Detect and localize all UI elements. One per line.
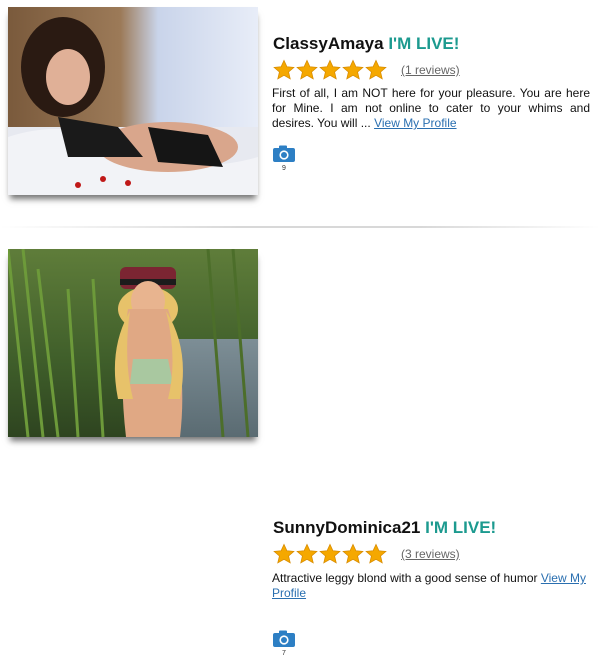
divider	[0, 226, 600, 228]
profile-card: ClassyAmaya I'M LIVE! (1 reviews) First …	[0, 0, 600, 215]
profile-description: First of all, I am NOT here for your ple…	[272, 86, 590, 131]
reviews-link[interactable]: (1 reviews)	[401, 63, 460, 77]
star-icon	[273, 543, 295, 564]
view-profile-link[interactable]: View My Profile	[374, 116, 456, 130]
photo-count: 9	[282, 165, 286, 172]
star-icon	[365, 543, 387, 564]
star-icon	[365, 59, 387, 80]
profile-photo[interactable]	[8, 249, 258, 437]
profile-card: SunnyDominica21 I'M LIVE! (3 reviews) At…	[0, 242, 600, 657]
profile-description: Attractive leggy blond with a good sense…	[272, 571, 590, 601]
rating: (3 reviews)	[273, 543, 460, 565]
profile-photo-image	[8, 7, 258, 195]
star-icon	[342, 543, 364, 564]
profile-name[interactable]: ClassyAmaya	[273, 34, 384, 53]
star-icon	[296, 59, 318, 80]
photo-gallery[interactable]: 9	[272, 145, 296, 172]
profile-photo[interactable]	[8, 7, 258, 195]
live-status: I'M LIVE!	[388, 34, 460, 53]
profile-heading: ClassyAmaya I'M LIVE!	[273, 34, 459, 54]
camera-icon	[273, 630, 295, 647]
profile-heading: SunnyDominica21 I'M LIVE!	[273, 518, 496, 538]
star-rating	[273, 543, 387, 565]
camera-icon	[273, 145, 295, 162]
star-icon	[319, 59, 341, 80]
star-icon	[296, 543, 318, 564]
rating: (1 reviews)	[273, 59, 460, 81]
reviews-link[interactable]: (3 reviews)	[401, 547, 460, 561]
photo-gallery[interactable]: 7	[272, 630, 296, 657]
description-text: Attractive leggy blond with a good sense…	[272, 571, 538, 585]
profile-photo-image	[8, 249, 258, 437]
live-status: I'M LIVE!	[425, 518, 497, 537]
star-icon	[319, 543, 341, 564]
star-icon	[342, 59, 364, 80]
star-icon	[273, 59, 295, 80]
photo-count: 7	[282, 650, 286, 657]
star-rating	[273, 59, 387, 81]
profile-name[interactable]: SunnyDominica21	[273, 518, 420, 537]
